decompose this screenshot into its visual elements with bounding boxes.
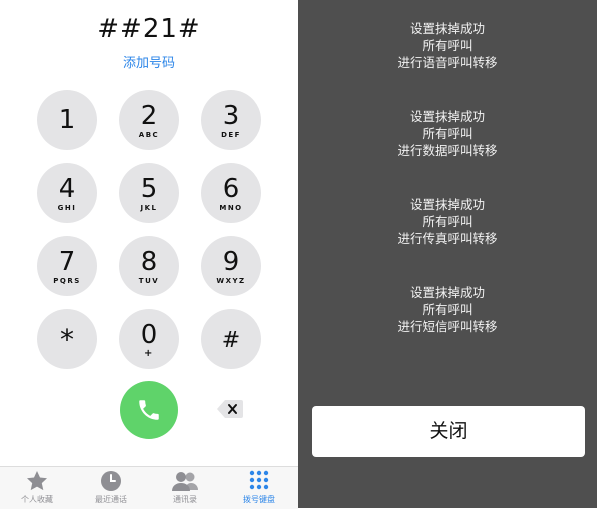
message-line: 所有呼叫 [422,126,473,141]
message-line: 进行传真呼叫转移 [397,231,498,246]
key-0[interactable]: 0 + [119,309,179,369]
tab-favorites[interactable]: 个人收藏 [0,469,74,505]
message-line: 所有呼叫 [422,38,473,53]
backspace-button[interactable] [217,399,243,419]
key-hash[interactable]: # [201,309,261,369]
phone-icon [139,400,159,420]
clock-icon [74,469,148,493]
key-letters: WXYZ [216,277,246,285]
key-digit: 0 [140,320,158,350]
result-message-data: 设置抹掉成功 所有呼叫 进行数据呼叫转移 [298,108,597,159]
message-line: 设置抹掉成功 [409,109,485,124]
key-8[interactable]: 8 TUV [119,236,179,296]
tab-label: 拨号键盘 [243,495,275,504]
message-line: 进行数据呼叫转移 [397,143,498,158]
result-message-sms: 设置抹掉成功 所有呼叫 进行短信呼叫转移 [298,284,597,335]
key-9[interactable]: 9 WXYZ [201,236,261,296]
key-digit: 9 [222,247,240,277]
key-letters: DEF [221,131,241,139]
key-digit: 2 [140,101,158,131]
key-letters: JKL [140,204,158,212]
key-digit: 1 [58,105,76,135]
key-letters: PQRS [53,277,81,285]
key-1[interactable]: 1 [37,90,97,150]
key-letters: MNO [219,204,243,212]
message-line: 设置抹掉成功 [409,21,485,36]
contacts-icon [148,469,222,493]
key-2[interactable]: 2 ABC [119,90,179,150]
key-digit: 8 [140,247,158,277]
dialed-number: ##21# [97,14,201,44]
key-letters: + [144,348,154,359]
tab-keypad[interactable]: 拨号键盘 [222,469,296,505]
close-button[interactable]: 关闭 [312,406,585,457]
key-6[interactable]: 6 MNO [201,163,261,223]
tab-bar: 个人收藏 最近通话 通讯录 拨号键盘 [0,466,298,509]
backspace-icon [217,400,243,418]
tab-contacts[interactable]: 通讯录 [148,469,222,505]
tab-recents[interactable]: 最近通话 [74,469,148,505]
keypad-icon [222,469,296,493]
tab-label: 最近通话 [95,495,127,504]
key-letters: ABC [138,131,160,139]
star-icon [0,469,74,493]
key-4[interactable]: 4 GHI [37,163,97,223]
key-letters: TUV [138,277,160,285]
key-digit: 3 [222,101,240,131]
message-line: 进行短信呼叫转移 [397,319,498,334]
call-button[interactable] [120,381,178,439]
key-3[interactable]: 3 DEF [201,90,261,150]
key-digit: # [221,328,241,353]
result-dialog: 设置抹掉成功 所有呼叫 进行语音呼叫转移 设置抹掉成功 所有呼叫 进行数据呼叫转… [298,0,597,508]
message-line: 设置抹掉成功 [409,197,485,212]
key-digit: 5 [140,174,158,204]
key-digit: 7 [58,247,76,277]
dialer-screen: ##21# 添加号码 1 2 ABC 3 DEF 4 GHI 5 JKL 6 M… [0,0,298,509]
key-letters: GHI [57,204,77,212]
message-line: 设置抹掉成功 [409,285,485,300]
add-number-link[interactable]: 添加号码 [0,52,298,71]
key-5[interactable]: 5 JKL [119,163,179,223]
tab-label: 个人收藏 [21,495,53,504]
result-message-voice: 设置抹掉成功 所有呼叫 进行语音呼叫转移 [298,20,597,71]
message-line: 所有呼叫 [422,302,473,317]
result-message-fax: 设置抹掉成功 所有呼叫 进行传真呼叫转移 [298,196,597,247]
key-digit: * [60,323,74,356]
key-digit: 6 [222,174,240,204]
key-7[interactable]: 7 PQRS [37,236,97,296]
message-line: 所有呼叫 [422,214,473,229]
key-star[interactable]: * [37,309,97,369]
message-line: 进行语音呼叫转移 [397,55,498,70]
tab-label: 通讯录 [173,495,197,504]
key-digit: 4 [58,174,76,204]
